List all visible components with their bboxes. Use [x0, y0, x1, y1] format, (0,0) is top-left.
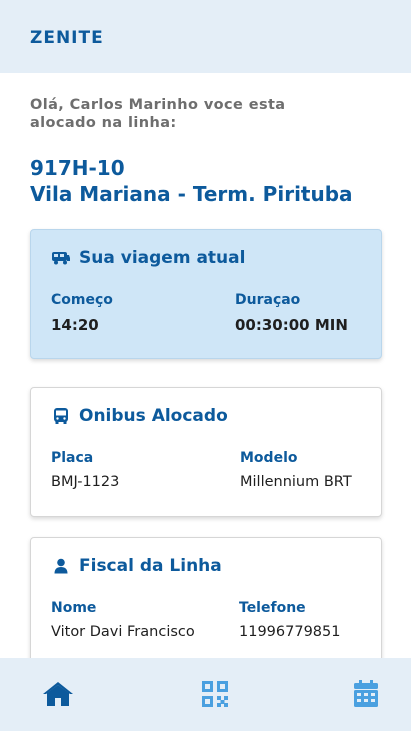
trip-duration-value: 00:30:00 MIN: [235, 316, 348, 334]
inspector-phone-field: Telefone 11996779851: [239, 600, 340, 640]
home-icon: [41, 680, 75, 712]
current-trip-title: Sua viagem atual: [79, 248, 246, 268]
bus-plate-field: Placa BMJ-1123: [51, 450, 119, 490]
current-trip-header: Sua viagem atual: [51, 248, 245, 268]
user-icon: [51, 556, 71, 576]
trip-duration-label: Duraçao: [235, 292, 301, 308]
nav-qr-button[interactable]: [198, 680, 232, 712]
inspector-card-title: Fiscal da Linha: [79, 556, 222, 576]
bus-plate-label: Placa: [51, 450, 94, 466]
current-trip-card[interactable]: Sua viagem atual Começo 14:20 Duraçao 00…: [30, 229, 382, 359]
trip-start-label: Começo: [51, 292, 113, 308]
inspector-card-header: Fiscal da Linha: [51, 556, 222, 576]
trip-start-field: Começo 14:20: [51, 292, 113, 334]
bottom-nav: [0, 658, 411, 731]
nav-calendar-button[interactable]: [349, 680, 383, 712]
bus-card[interactable]: Onibus Alocado Placa BMJ-1123 Modelo Mil…: [30, 387, 382, 517]
qr-code-icon: [201, 680, 229, 712]
inspector-phone-label: Telefone: [239, 600, 306, 616]
greeting-text: Olá, Carlos Marinho voce esta alocado na…: [30, 97, 286, 131]
inspector-phone-value[interactable]: 11996779851: [239, 624, 340, 640]
line-code: 917H-10: [30, 156, 125, 180]
bus-card-header: Onibus Alocado: [51, 406, 228, 426]
inspector-name-value: Vitor Davi Francisco: [51, 624, 195, 640]
calendar-icon: [353, 680, 379, 712]
top-bar: ZENITE: [0, 0, 411, 73]
bus-card-title: Onibus Alocado: [79, 406, 228, 426]
trip-start-value: 14:20: [51, 316, 99, 334]
bus-icon: [51, 248, 71, 268]
brand-logo: ZENITE: [30, 28, 104, 48]
nav-home-button[interactable]: [41, 680, 75, 712]
line-name: Vila Mariana - Term. Pirituba: [30, 182, 353, 206]
inspector-card[interactable]: Fiscal da Linha Nome Vitor Davi Francisc…: [30, 537, 382, 667]
inspector-name-field: Nome Vitor Davi Francisco: [51, 600, 195, 640]
bus-model-field: Modelo Millennium BRT: [240, 450, 352, 490]
inspector-name-label: Nome: [51, 600, 97, 616]
bus-model-value: Millennium BRT: [240, 474, 352, 490]
bus-model-label: Modelo: [240, 450, 298, 466]
bus-plate-value: BMJ-1123: [51, 474, 120, 490]
trip-duration-field: Duraçao 00:30:00 MIN: [235, 292, 348, 334]
bus-front-icon: [51, 406, 71, 426]
